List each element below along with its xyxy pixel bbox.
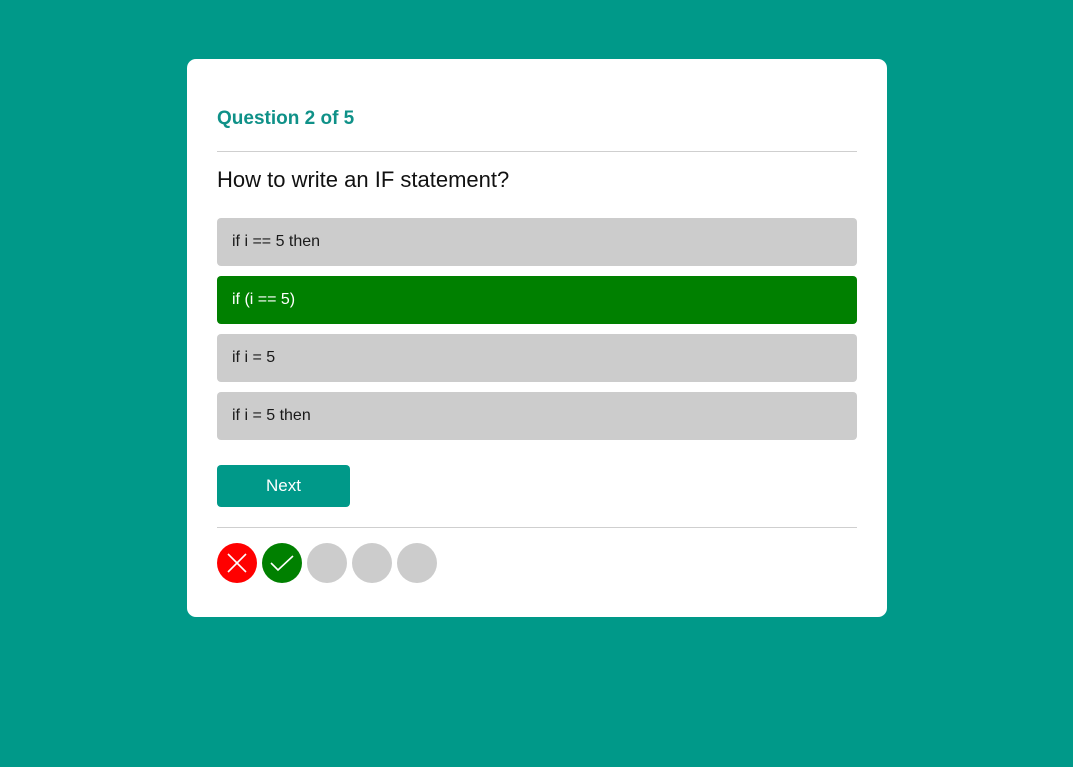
progress-dot-correct [262,543,302,583]
checkmark-icon [270,555,294,572]
answer-option-4[interactable]: if i = 5 then [217,392,857,440]
top-divider [217,151,857,152]
question-text: How to write an IF statement? [217,167,510,192]
next-button[interactable]: Next [217,465,350,507]
progress-dot-pending [352,543,392,583]
answer-option-2[interactable]: if (i == 5) [217,276,857,324]
close-icon [227,553,247,573]
progress-dot-pending [397,543,437,583]
answer-option-1[interactable]: if i == 5 then [217,218,857,266]
answer-list: if i == 5 then if (i == 5) if i = 5 if i… [217,218,857,450]
bottom-divider [217,527,857,528]
progress-indicator [217,543,437,583]
progress-dot-pending [307,543,347,583]
answer-option-3[interactable]: if i = 5 [217,334,857,382]
progress-dot-wrong [217,543,257,583]
quiz-card: Question 2 of 5 How to write an IF state… [187,59,887,617]
question-counter: Question 2 of 5 [217,108,355,129]
